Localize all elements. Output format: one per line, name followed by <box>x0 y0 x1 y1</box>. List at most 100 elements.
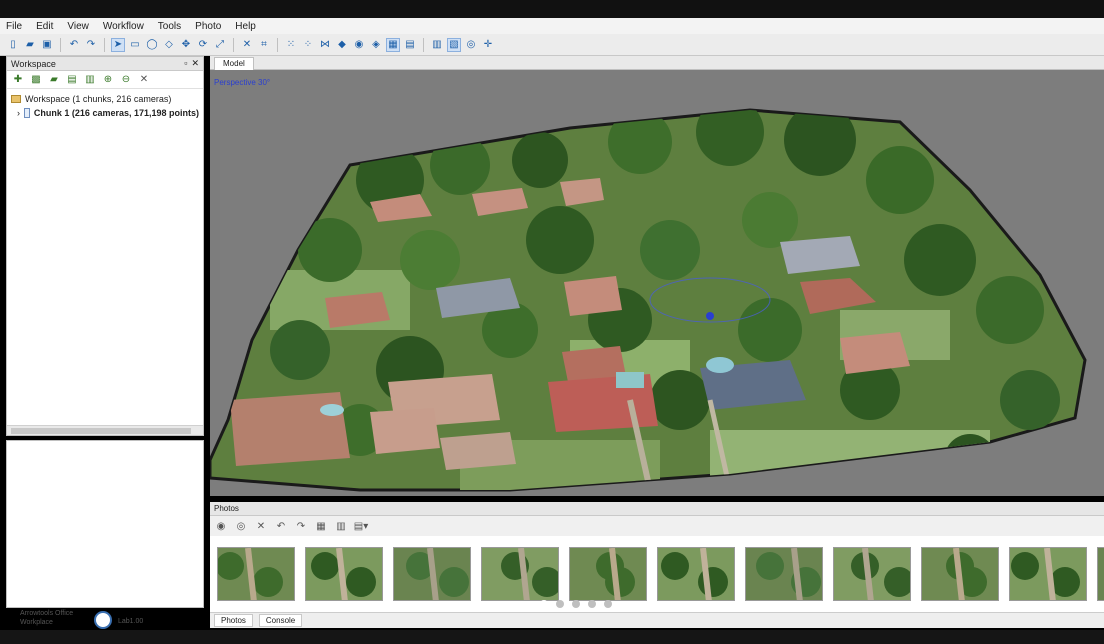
expand-arrow-icon[interactable]: › <box>17 106 20 120</box>
workspace-root[interactable]: Workspace (1 chunks, 216 cameras) <box>11 92 199 106</box>
tree-canopy <box>1000 370 1060 430</box>
tree-canopy <box>904 224 976 296</box>
photo-thumbnail-strip <box>210 536 1104 612</box>
add-photos-icon[interactable]: ▩ <box>29 73 43 87</box>
chunk-item[interactable]: › Chunk 1 (216 cameras, 171,198 points) <box>11 106 199 120</box>
bottom-tab-bar: Photos Console <box>210 612 1104 628</box>
disable-camera-icon[interactable]: ◎ <box>234 519 248 533</box>
enable-icon[interactable]: ⊕ <box>101 73 115 87</box>
photo-thumbnail[interactable] <box>217 547 295 601</box>
redo-icon[interactable]: ↷ <box>84 38 98 52</box>
undo-icon[interactable]: ↶ <box>67 38 81 52</box>
view-tab-strip: Model <box>210 56 1104 70</box>
swimming-pool <box>706 357 734 373</box>
tree-canopy <box>742 192 798 248</box>
crop-selection-icon[interactable]: ⌗ <box>257 38 271 52</box>
enable-camera-icon[interactable]: ◉ <box>214 519 228 533</box>
grid-view-icon[interactable]: ▥ <box>334 519 348 533</box>
new-icon[interactable]: ▯ <box>6 38 20 52</box>
house-roof <box>370 408 440 454</box>
delete-selection-icon[interactable]: ✕ <box>240 38 254 52</box>
close-pane-icon[interactable]: ✕ <box>191 58 199 69</box>
main-toolbar: ▯ ▰ ▣ ↶ ↷ ➤ ▭ ◯ ◇ ✥ ⟳ ⤢ ✕ ⌗ ⁙ ⁘ ⋈ ◆ ◉ ◈ … <box>0 34 1104 56</box>
photo-thumbnail[interactable] <box>305 547 383 601</box>
progress-dot[interactable] <box>588 600 596 608</box>
video-top-bar <box>0 0 1104 18</box>
workspace-horizontal-scrollbar[interactable] <box>7 425 203 435</box>
tab-console[interactable]: Console <box>258 614 303 627</box>
rotate-right-icon[interactable]: ↷ <box>294 519 308 533</box>
toolbar-separator <box>104 37 105 52</box>
workspace-pane: Workspace ▫ ✕ ✚ ▩ ▰ ▤ ▥ ⊕ ⊖ ✕ Workspace … <box>6 56 204 436</box>
menu-workflow[interactable]: Workflow <box>103 21 144 32</box>
progress-dot[interactable] <box>556 600 564 608</box>
export-icon[interactable]: ▥ <box>83 73 97 87</box>
menu-bar: File Edit View Workflow Tools Photo Help <box>0 18 1104 34</box>
remove-icon[interactable]: ✕ <box>137 73 151 87</box>
perspective-label: Perspective 30° <box>214 78 271 87</box>
workspace-folder-icon <box>11 95 21 103</box>
solid-icon[interactable]: ◉ <box>352 38 366 52</box>
disable-icon[interactable]: ⊖ <box>119 73 133 87</box>
photos-title-bar: Photos <box>210 502 1104 516</box>
move-object-icon[interactable]: ✥ <box>179 38 193 52</box>
photo-thumbnail[interactable] <box>481 547 559 601</box>
show-region-icon[interactable]: ▧ <box>447 37 461 52</box>
wireframe-icon[interactable]: ⋈ <box>318 38 332 52</box>
menu-file[interactable]: File <box>6 21 22 32</box>
photo-thumbnail[interactable] <box>833 547 911 601</box>
menu-edit[interactable]: Edit <box>36 21 53 32</box>
progress-dot[interactable] <box>604 600 612 608</box>
show-markers-icon[interactable]: ▥ <box>430 38 444 52</box>
scrollbar-thumb[interactable] <box>11 428 191 434</box>
menu-tools[interactable]: Tools <box>158 21 181 32</box>
rectangle-selection-icon[interactable]: ▭ <box>128 38 142 52</box>
save-icon[interactable]: ▣ <box>40 38 54 52</box>
photo-thumbnail[interactable] <box>745 547 823 601</box>
navigation-icon[interactable]: ➤ <box>111 37 125 52</box>
photo-thumbnail[interactable] <box>657 547 735 601</box>
tab-photos[interactable]: Photos <box>214 614 253 627</box>
show-cameras-icon[interactable]: ▤ <box>403 38 417 52</box>
mask-icon[interactable]: ▦ <box>314 519 328 533</box>
tab-model[interactable]: Model <box>214 57 254 70</box>
textured-icon[interactable]: ◈ <box>369 38 383 52</box>
menu-view[interactable]: View <box>67 21 89 32</box>
free-selection-icon[interactable]: ◇ <box>162 38 176 52</box>
photo-thumbnail[interactable] <box>1009 547 1087 601</box>
remove-camera-icon[interactable]: ✕ <box>254 519 268 533</box>
dense-cloud-icon[interactable]: ⁘ <box>301 38 315 52</box>
house-roof <box>230 392 350 466</box>
tiled-model-icon[interactable]: ▦ <box>386 37 400 52</box>
tree-canopy <box>696 110 764 166</box>
shaded-icon[interactable]: ◆ <box>335 38 349 52</box>
progress-dot[interactable] <box>540 600 548 608</box>
scale-object-icon[interactable]: ⤢ <box>213 38 227 52</box>
menu-photo[interactable]: Photo <box>195 21 221 32</box>
float-pane-icon[interactable]: ▫ <box>184 58 187 69</box>
point-cloud-icon[interactable]: ⁙ <box>284 38 298 52</box>
progress-dot[interactable] <box>572 600 580 608</box>
tree-canopy <box>944 434 996 486</box>
add-folder-icon[interactable]: ▰ <box>47 73 61 87</box>
photo-thumbnail[interactable] <box>393 547 471 601</box>
reset-view-icon[interactable]: ◎ <box>464 38 478 52</box>
trackball-center <box>706 312 714 320</box>
model-viewport[interactable]: Perspective 30° <box>210 70 1104 496</box>
chunk-label: Chunk 1 (216 cameras, 171,198 points) <box>33 108 199 118</box>
logo-circle-icon <box>94 611 112 629</box>
open-icon[interactable]: ▰ <box>23 38 37 52</box>
import-icon[interactable]: ▤ <box>65 73 79 87</box>
axes-icon[interactable]: ✛ <box>481 38 495 52</box>
photo-thumbnail[interactable] <box>569 547 647 601</box>
rotate-left-icon[interactable]: ↶ <box>274 519 288 533</box>
photo-thumbnail[interactable] <box>921 547 999 601</box>
circle-selection-icon[interactable]: ◯ <box>145 38 159 52</box>
tree-canopy <box>976 276 1044 344</box>
menu-help[interactable]: Help <box>235 21 256 32</box>
rotate-object-icon[interactable]: ⟳ <box>196 38 210 52</box>
tree-canopy <box>512 132 568 188</box>
add-chunk-icon[interactable]: ✚ <box>11 73 25 87</box>
photo-thumbnail[interactable] <box>1097 547 1104 601</box>
view-options-icon[interactable]: ▤▾ <box>354 519 368 533</box>
